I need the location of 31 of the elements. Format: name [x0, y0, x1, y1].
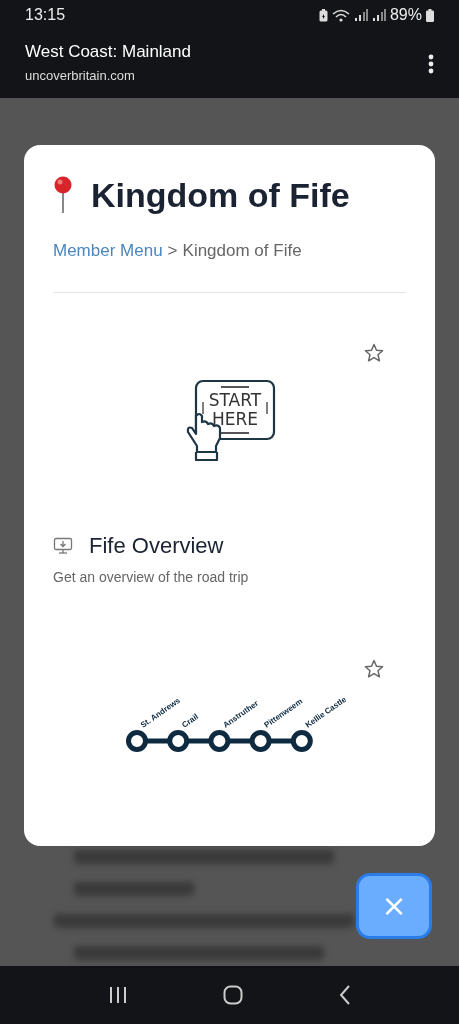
- more-options-icon[interactable]: [428, 54, 434, 74]
- signal-icon: [371, 9, 386, 21]
- sign-text: START: [208, 390, 262, 410]
- clock: 13:15: [25, 6, 66, 24]
- favorite-star-icon[interactable]: [364, 343, 384, 363]
- page-title: West Coast: Mainland: [25, 41, 191, 62]
- section-description: Get an overview of the road trip: [53, 569, 250, 585]
- section-title: Fife Overview: [89, 533, 224, 559]
- page-heading: Kingdom of Fife: [91, 175, 350, 216]
- stop-marker: [249, 730, 272, 752]
- stop-marker: [126, 730, 148, 752]
- stop-marker: [290, 730, 313, 752]
- stop-marker: [208, 730, 231, 752]
- breadcrumb-separator: >: [167, 240, 178, 262]
- battery-icon: [426, 8, 434, 22]
- stop-marker: [167, 730, 190, 752]
- back-icon[interactable]: [339, 985, 352, 1005]
- breadcrumb-link[interactable]: Member Menu: [53, 239, 163, 263]
- breadcrumb-current: Kingdom of Fife: [182, 240, 302, 262]
- home-icon[interactable]: [223, 985, 244, 1005]
- page-url: uncoverbritain.com: [25, 67, 136, 83]
- monitor-download-icon: [53, 537, 73, 555]
- recent-apps-icon[interactable]: [107, 986, 128, 1004]
- battery-saver-icon: [318, 8, 328, 22]
- wifi-icon: [331, 8, 350, 22]
- favorite-star-icon[interactable]: [364, 659, 384, 679]
- close-button[interactable]: ×: [356, 873, 432, 939]
- battery-level: 89%: [389, 6, 422, 24]
- signal-icon: [353, 9, 368, 21]
- sign-text: HERE: [211, 409, 259, 429]
- pin-icon: [53, 176, 73, 214]
